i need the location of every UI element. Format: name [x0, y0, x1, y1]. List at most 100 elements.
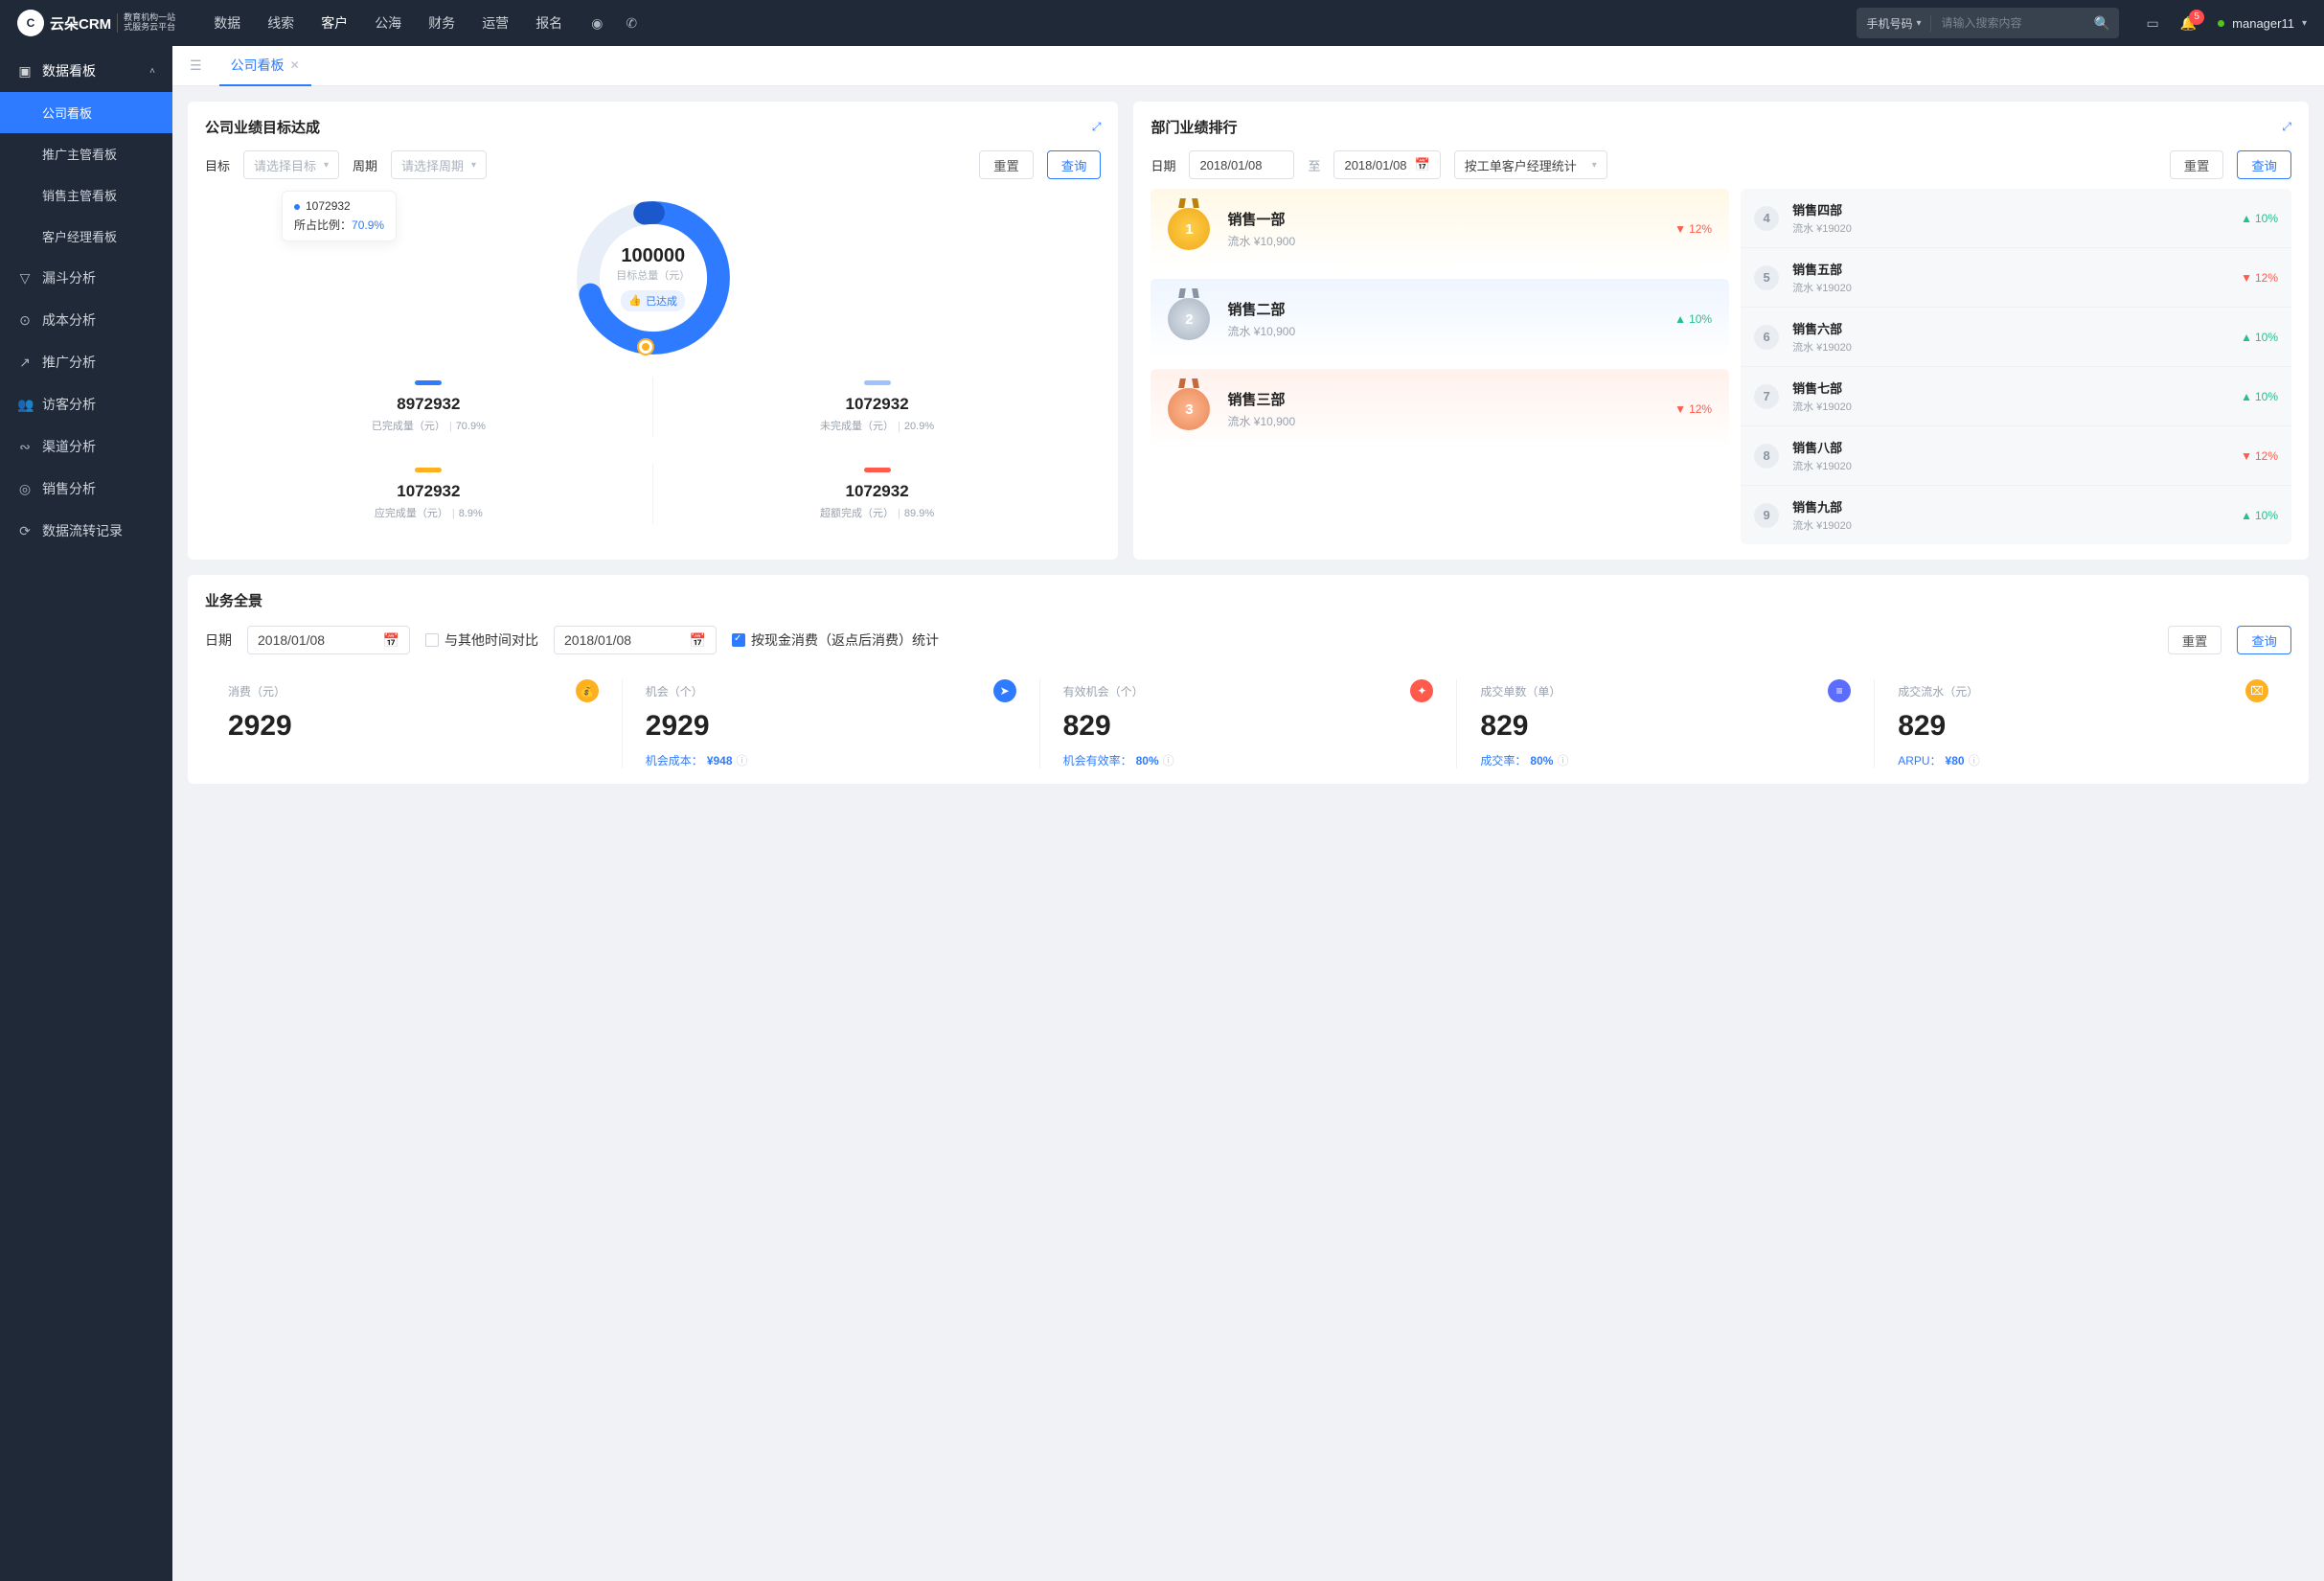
sidebar-root-item[interactable]: ⟳数据流转记录: [0, 510, 172, 552]
nav-item[interactable]: 数据: [214, 13, 240, 33]
delta-badge: ▼12%: [2241, 449, 2278, 463]
tab-company-board[interactable]: 公司看板 ✕: [219, 46, 311, 86]
rank-list-item[interactable]: 5销售五部流水 ¥19020▼12%: [1741, 248, 2291, 308]
sidebar-root-item[interactable]: ∾渠道分析: [0, 425, 172, 468]
nav-item[interactable]: 公海: [375, 13, 401, 33]
nav-item[interactable]: 运营: [482, 13, 509, 33]
sidebar-root-item[interactable]: 👥访客分析: [0, 383, 172, 425]
nav-item[interactable]: 线索: [267, 13, 294, 33]
nav-icon: ▽: [17, 270, 33, 286]
help-icon[interactable]: ⓘ: [1557, 752, 1568, 768]
delta-badge: ▲10%: [2241, 509, 2278, 522]
card-title: 业务全景: [205, 590, 2291, 610]
nav-icon: ◎: [17, 481, 33, 497]
rank-list-item[interactable]: 7销售七部流水 ¥19020▲10%: [1741, 367, 2291, 426]
device-icon[interactable]: ▭: [2146, 15, 2158, 32]
rank-list-item[interactable]: 4销售四部流水 ¥19020▲10%: [1741, 189, 2291, 248]
query-button[interactable]: 查询: [2237, 150, 2291, 179]
logo-text: 云朵CRM: [50, 13, 111, 34]
user-menu[interactable]: manager11 ▾: [2218, 16, 2307, 31]
close-icon[interactable]: ✕: [290, 46, 300, 84]
search-input[interactable]: [1931, 16, 2085, 30]
card-overview: 业务全景 日期 2018/01/08📅 与其他时间对比 2018/01/08📅 …: [188, 575, 2309, 784]
stat-item: 有效机会（个）✦829机会有效率： 80% ⓘ: [1040, 679, 1458, 768]
rank-sub: 流水 ¥10,900: [1227, 233, 1295, 249]
metric-label: 已完成量（元）|70.9%: [205, 418, 652, 433]
notifications-icon[interactable]: 🔔 5: [2180, 15, 2197, 32]
podium-item[interactable]: 3销售三部流水 ¥10,900▼12%: [1151, 369, 1729, 449]
query-button[interactable]: 查询: [1047, 150, 1102, 179]
query-button[interactable]: 查询: [2237, 626, 2291, 654]
reset-button[interactable]: 重置: [2170, 150, 2224, 179]
nav-item[interactable]: 客户: [321, 13, 348, 33]
chevron-up-icon: ˄: [149, 66, 155, 77]
date-to-input[interactable]: 2018/01/08📅: [1333, 150, 1440, 179]
rank-list-item[interactable]: 9 销售九部流水 ¥19020 ▲10%: [1741, 486, 2291, 544]
dot-icon: [294, 204, 300, 210]
select-groupby[interactable]: 按工单客户经理统计▾: [1454, 150, 1607, 179]
stat-label: 消费（元）: [228, 683, 285, 699]
sidebar-item[interactable]: 公司看板: [0, 92, 172, 133]
bar-icon: [415, 380, 442, 385]
sidebar-item[interactable]: 客户经理看板: [0, 216, 172, 257]
checkbox-compare[interactable]: 与其他时间对比: [425, 630, 538, 650]
help-icon[interactable]: ⓘ: [1969, 752, 1980, 768]
nav-item[interactable]: 报名: [535, 13, 562, 33]
reset-button[interactable]: 重置: [979, 150, 1034, 179]
help-icon[interactable]: ⓘ: [1163, 752, 1174, 768]
phone-icon[interactable]: ✆: [626, 15, 637, 32]
sidebar-group-header[interactable]: ▣ 数据看板 ˄: [0, 50, 172, 92]
rank-number: 9: [1754, 503, 1779, 528]
help-icon[interactable]: ⓘ: [737, 752, 748, 768]
expand-icon[interactable]: ⤢: [2282, 120, 2291, 134]
sidebar-root-item[interactable]: ▽漏斗分析: [0, 257, 172, 299]
expand-icon[interactable]: ⤢: [1092, 120, 1102, 134]
label-target: 目标: [205, 156, 230, 174]
medal-icon: 3: [1168, 388, 1210, 430]
chevron-down-icon: ▾: [471, 160, 476, 171]
nav-icon: ∾: [17, 439, 33, 455]
arrow-icon: ▼: [1675, 222, 1686, 236]
rank-name: 销售四部: [1792, 200, 2227, 218]
menu-toggle-icon[interactable]: ☰: [182, 57, 210, 74]
metric-item: 1072932应完成量（元）|8.9%: [205, 464, 653, 524]
sidebar-root-item[interactable]: ↗推广分析: [0, 341, 172, 383]
rank-list-item[interactable]: 6销售六部流水 ¥19020▲10%: [1741, 308, 2291, 367]
checkbox-cash[interactable]: 按现金消费（返点后消费）统计: [732, 630, 939, 650]
reset-button[interactable]: 重置: [2168, 626, 2222, 654]
search-type-select[interactable]: 手机号码▾: [1857, 15, 1931, 32]
calendar-icon: 📅: [383, 632, 399, 649]
search-button[interactable]: 🔍: [2085, 15, 2119, 32]
sidebar-root-item[interactable]: ◎销售分析: [0, 468, 172, 510]
date-compare-input[interactable]: 2018/01/08📅: [554, 626, 717, 654]
rank-sub: 流水 ¥19020: [1792, 517, 2227, 533]
stat-icon: ➤: [993, 679, 1016, 702]
sidebar-root-item[interactable]: ⊙成本分析: [0, 299, 172, 341]
chevron-down-icon: ▾: [324, 160, 329, 171]
nav-icon: ⊙: [17, 312, 33, 329]
card-goals: 公司业绩目标达成 ⤢ 目标 请选择目标▾ 周期 请选择周期▾ 重置 查询: [188, 102, 1118, 560]
rank-name: 销售六部: [1792, 319, 2227, 337]
stat-value: 829: [1480, 710, 1851, 743]
stat-value: 2929: [646, 710, 1016, 743]
rank-list-item[interactable]: 8销售八部流水 ¥19020▼12%: [1741, 426, 2291, 486]
select-target[interactable]: 请选择目标▾: [243, 150, 339, 179]
sidebar-item[interactable]: 销售主管看板: [0, 174, 172, 216]
rank-name: 销售一部: [1227, 209, 1295, 229]
sidebar-item[interactable]: 推广主管看板: [0, 133, 172, 174]
user-icon[interactable]: ◉: [591, 15, 603, 32]
metric-value: 1072932: [653, 395, 1102, 414]
stat-footer: 机会有效率： 80% ⓘ: [1063, 752, 1434, 768]
podium-item[interactable]: 1销售一部流水 ¥10,900▼12%: [1151, 189, 1729, 269]
rank-number: 6: [1754, 325, 1779, 350]
date-from-input[interactable]: 2018/01/08: [1189, 150, 1294, 179]
date-input[interactable]: 2018/01/08📅: [247, 626, 410, 654]
chevron-down-icon: ▾: [1592, 160, 1597, 171]
podium-item[interactable]: 2销售二部流水 ¥10,900▲10%: [1151, 279, 1729, 359]
rank-name: 销售九部: [1792, 497, 2227, 516]
select-period[interactable]: 请选择周期▾: [391, 150, 487, 179]
arrow-icon: ▲: [2241, 212, 2252, 225]
bar-icon: [864, 468, 891, 472]
logo-subtitle: 教育机构一站 式服务云平台: [117, 13, 175, 33]
nav-item[interactable]: 财务: [428, 13, 455, 33]
